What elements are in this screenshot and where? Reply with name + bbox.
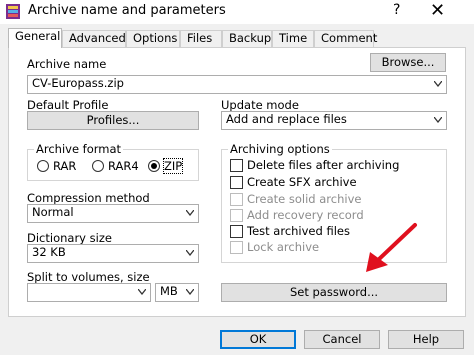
set-password-button[interactable]: Set password... (221, 283, 447, 302)
split-volumes-label: Split to volumes, size (27, 270, 150, 284)
radio-selected-dot (151, 163, 157, 169)
tab-files[interactable]: Files (180, 30, 222, 47)
split-unit-select[interactable]: MB (155, 283, 199, 302)
create-sfx-checkbox[interactable] (230, 176, 243, 189)
profiles-button[interactable]: Profiles... (27, 111, 199, 130)
delete-files-checkbox[interactable] (230, 159, 243, 172)
chevron-down-icon[interactable] (186, 210, 194, 216)
rar4-label[interactable]: RAR4 (108, 159, 139, 173)
chevron-down-icon[interactable] (138, 289, 146, 295)
lock-archive-label: Lock archive (247, 240, 320, 254)
update-mode-value: Add and replace files (226, 112, 347, 126)
chevron-down-icon[interactable] (186, 289, 194, 295)
rar4-radio[interactable] (92, 160, 104, 172)
zip-radio[interactable] (148, 160, 160, 172)
split-unit-value: MB (160, 284, 178, 298)
default-profile-label: Default Profile (27, 98, 109, 112)
test-archived-checkbox[interactable] (230, 225, 243, 238)
tab-options[interactable]: Options (126, 30, 180, 47)
archive-name-value: CV-Europass.zip (32, 76, 124, 90)
split-volumes-input[interactable] (27, 283, 151, 302)
compression-method-label: Compression method (27, 191, 150, 205)
tab-backup[interactable]: Backup (222, 30, 272, 47)
compression-method-value: Normal (32, 205, 74, 219)
recovery-record-label: Add recovery record (247, 208, 364, 222)
create-sfx-label[interactable]: Create SFX archive (247, 175, 357, 189)
rar-radio[interactable] (37, 160, 49, 172)
ok-button[interactable]: OK (220, 330, 296, 349)
browse-button[interactable]: Browse... (370, 53, 446, 72)
help-icon[interactable]: ? (393, 2, 400, 18)
recovery-record-checkbox (230, 209, 243, 222)
tab-general[interactable]: General (8, 28, 62, 48)
winrar-app-icon (6, 4, 20, 19)
tab-time[interactable]: Time (272, 30, 314, 47)
dictionary-size-value: 32 KB (32, 245, 66, 259)
tab-comment[interactable]: Comment (314, 30, 377, 47)
window-title: Archive name and parameters (28, 3, 226, 18)
dictionary-size-select[interactable]: 32 KB (27, 244, 199, 263)
lock-archive-checkbox (230, 241, 243, 254)
archive-name-label: Archive name (27, 57, 107, 71)
close-icon[interactable]: ✕ (430, 0, 445, 21)
archive-format-title: Archive format (34, 142, 124, 156)
create-solid-checkbox (230, 193, 243, 206)
annotation-arrow-icon (366, 223, 417, 272)
test-archived-label[interactable]: Test archived files (247, 224, 350, 238)
update-mode-select[interactable]: Add and replace files (221, 111, 447, 130)
compression-method-select[interactable]: Normal (27, 204, 199, 223)
chevron-down-icon[interactable] (434, 81, 442, 87)
create-solid-label: Create solid archive (247, 192, 362, 206)
zip-label[interactable]: ZIP (162, 158, 184, 174)
title-bar: Archive name and parameters ? ✕ (0, 0, 474, 24)
archiving-options-title: Archiving options (228, 142, 332, 156)
chevron-down-icon[interactable] (434, 117, 442, 123)
delete-files-label[interactable]: Delete files after archiving (247, 158, 399, 172)
tab-advanced[interactable]: Advanced (62, 30, 126, 47)
chevron-down-icon[interactable] (186, 250, 194, 256)
update-mode-label: Update mode (221, 98, 299, 112)
help-button[interactable]: Help (388, 330, 464, 349)
rar-label[interactable]: RAR (53, 159, 76, 173)
archive-name-input[interactable]: CV-Europass.zip (27, 75, 447, 94)
cancel-button[interactable]: Cancel (304, 330, 380, 349)
dictionary-size-label: Dictionary size (27, 231, 112, 245)
